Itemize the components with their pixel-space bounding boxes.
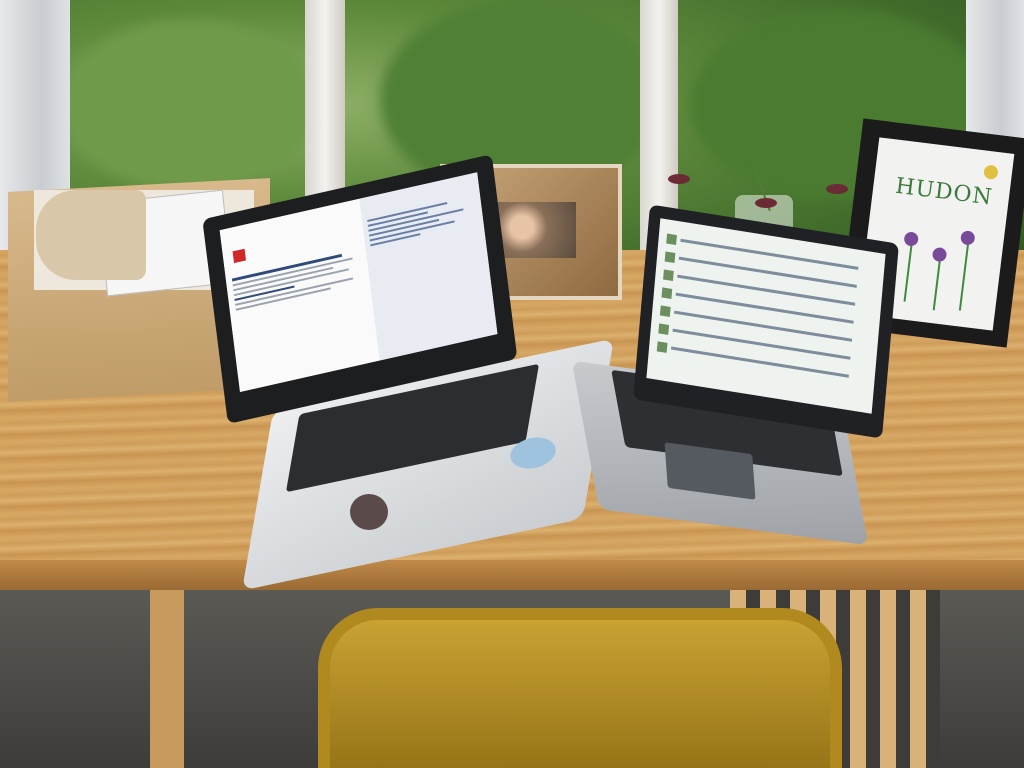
devtools-pane (359, 172, 498, 361)
table-leg (150, 590, 184, 768)
calla-lily (755, 198, 777, 208)
desk-edge (0, 560, 1024, 590)
tree-foliage (60, 20, 320, 190)
drawn-stem (958, 240, 970, 311)
photo-scene: HUDON (0, 0, 1024, 768)
drawn-flower (931, 246, 948, 263)
calla-lily (668, 174, 690, 184)
drawn-stem (903, 241, 913, 302)
github-octocat-sticker-icon (350, 494, 388, 530)
drawn-flower (959, 230, 976, 246)
paper-roll (36, 190, 146, 280)
calla-lily (826, 184, 848, 194)
drawn-stem (932, 255, 942, 311)
drawn-sun (983, 164, 999, 181)
yellow-chair (318, 608, 842, 768)
drawn-flower (903, 231, 920, 247)
document-pane (219, 198, 380, 392)
drawing-text: HUDON (893, 173, 994, 211)
